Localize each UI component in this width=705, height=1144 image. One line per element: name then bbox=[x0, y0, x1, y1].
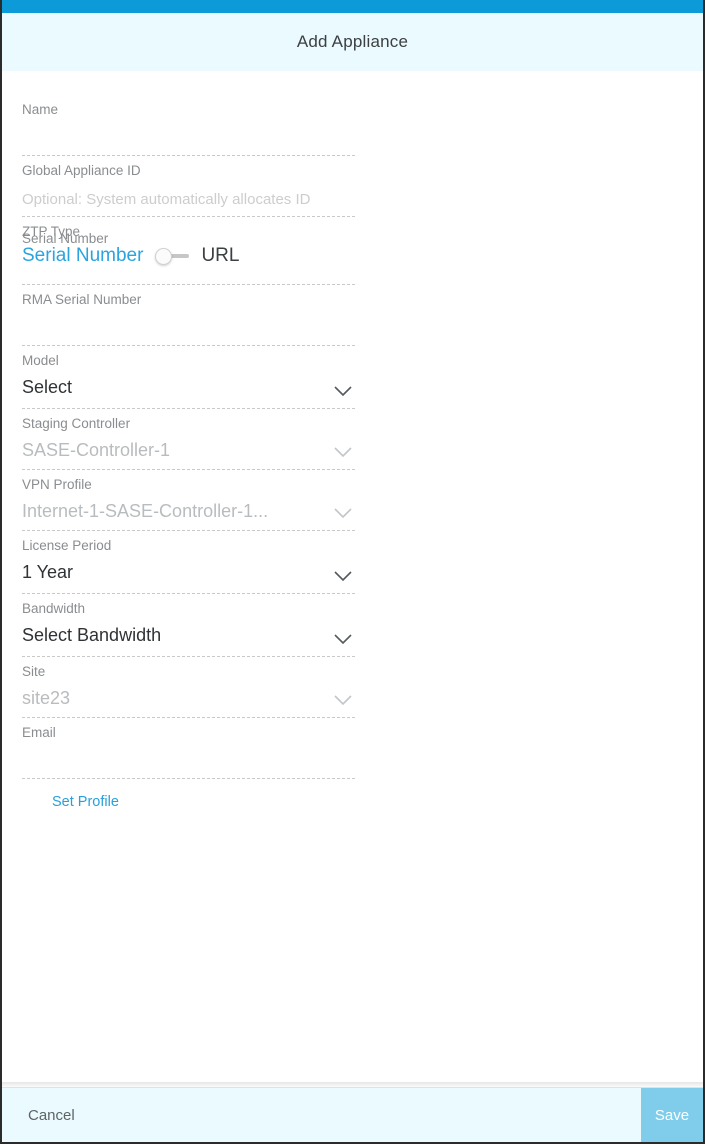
field-label-staging-controller: Staging Controller bbox=[22, 409, 355, 432]
add-appliance-dialog: Add Appliance Name Global Appliance ID O… bbox=[0, 0, 705, 1144]
cancel-button[interactable]: Cancel bbox=[2, 1088, 641, 1142]
field-label-serial-number: Serial Number bbox=[22, 224, 355, 247]
staging-controller-select-value: SASE-Controller-1 bbox=[22, 432, 355, 469]
page-title: Add Appliance bbox=[297, 32, 408, 52]
site-select-value: site23 bbox=[22, 680, 355, 717]
field-license-period[interactable]: License Period 1 Year bbox=[22, 531, 355, 594]
license-period-select-value[interactable]: 1 Year bbox=[22, 554, 355, 591]
field-name[interactable]: Name bbox=[22, 95, 355, 156]
field-rma-serial-number[interactable]: RMA Serial Number bbox=[22, 285, 355, 346]
vpn-profile-select-value: Internet-1-SASE-Controller-1... bbox=[22, 493, 355, 530]
save-button[interactable]: Save bbox=[641, 1088, 703, 1142]
field-label-global-appliance-id: Global Appliance ID bbox=[22, 156, 355, 179]
field-label-email: Email bbox=[22, 718, 355, 741]
field-bandwidth[interactable]: Bandwidth Select Bandwidth bbox=[22, 594, 355, 657]
set-profile-row: Set Profile bbox=[52, 793, 355, 811]
email-input[interactable] bbox=[22, 741, 355, 781]
field-vpn-profile[interactable]: VPN Profile Internet-1-SASE-Controller-1… bbox=[22, 470, 355, 531]
field-label-license-period: License Period bbox=[22, 531, 355, 554]
field-staging-controller[interactable]: Staging Controller SASE-Controller-1 bbox=[22, 409, 355, 470]
dialog-footer: Cancel Save bbox=[2, 1087, 703, 1142]
appliance-form: Name Global Appliance ID Optional: Syste… bbox=[2, 71, 703, 1087]
field-site[interactable]: Site site23 bbox=[22, 657, 355, 718]
global-appliance-id-input[interactable]: Optional: System automatically allocates… bbox=[22, 179, 355, 219]
field-label-bandwidth: Bandwidth bbox=[22, 594, 355, 617]
dialog-titlebar: Add Appliance bbox=[2, 13, 703, 71]
serial-number-input[interactable] bbox=[22, 247, 355, 287]
form-column: Name Global Appliance ID Optional: Syste… bbox=[22, 95, 355, 811]
bandwidth-select-value[interactable]: Select Bandwidth bbox=[22, 617, 355, 654]
set-profile-link[interactable]: Set Profile bbox=[52, 794, 119, 810]
field-label-site: Site bbox=[22, 657, 355, 680]
field-label-rma-serial-number: RMA Serial Number bbox=[22, 285, 355, 308]
field-label-vpn-profile: VPN Profile bbox=[22, 470, 355, 493]
field-label-name: Name bbox=[22, 95, 355, 118]
field-global-appliance-id[interactable]: Global Appliance ID Optional: System aut… bbox=[22, 156, 355, 217]
field-serial-number[interactable]: Serial Number bbox=[22, 224, 355, 285]
model-select-value[interactable]: Select bbox=[22, 369, 355, 406]
field-label-model: Model bbox=[22, 346, 355, 369]
name-input[interactable] bbox=[22, 118, 355, 158]
field-email[interactable]: Email bbox=[22, 718, 355, 779]
field-model[interactable]: Model Select bbox=[22, 346, 355, 409]
dialog-accent-bar bbox=[2, 0, 703, 13]
rma-serial-number-input[interactable] bbox=[22, 308, 355, 348]
